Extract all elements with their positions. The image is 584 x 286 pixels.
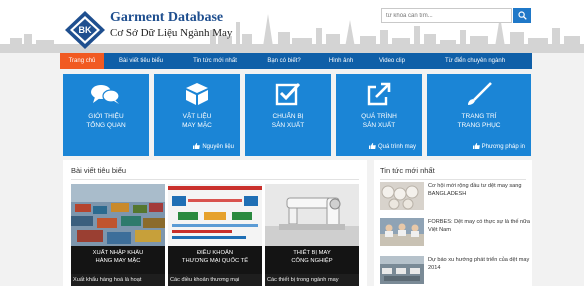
card-caption-line1: Thiết bị may (293, 250, 331, 256)
header: BK Garment Database Cơ Sở Dữ Liệu Ngành … (0, 0, 584, 53)
featured-articles-panel: Bài viết tiêu biểu Xuất nhập khẩu hàng ma… (63, 160, 367, 286)
site-subtitle: Cơ Sở Dữ Liệu Ngành May (110, 27, 233, 39)
nav-item-dictionary[interactable]: Từ điển chuyên ngành (418, 53, 532, 69)
tile-production-process[interactable]: Quá trình sản xuất Quá trình may (336, 74, 422, 156)
tile-production-prep[interactable]: Chuẩn bị sản xuất (245, 74, 331, 156)
tile-title-line2: sản xuất (362, 122, 396, 129)
search-input[interactable] (381, 8, 512, 23)
card-caption-line2: công nghiệp (291, 257, 333, 264)
tile-title-line2: may mặc (182, 122, 212, 129)
article-card[interactable]: Điều khoản thương mại quốc tế Các điều kh… (168, 184, 262, 286)
tile-title-line2: trang phục (457, 122, 501, 129)
featured-panel-title: Bài viết tiêu biểu (71, 166, 127, 175)
checkbox-icon (275, 82, 301, 106)
article-card[interactable]: Xuất nhập khẩu hàng may mặc Xuất khẩu hàn… (71, 184, 165, 286)
tile-introduction[interactable]: Giới thiệu tổng quan (63, 74, 149, 156)
card-excerpt: Các thiết bị trong ngành may (265, 274, 359, 286)
box-icon (186, 83, 208, 105)
search-button[interactable] (513, 8, 531, 23)
tile-title-line1: Trang trí (461, 113, 497, 120)
tile-link-decoration[interactable]: Phương pháp in (472, 143, 525, 150)
divider (380, 179, 526, 180)
news-item[interactable]: FORBES: Dệt may có thực sự là thế nữa Vi… (380, 218, 530, 248)
card-caption-line1: Xuất nhập khẩu (92, 250, 144, 256)
thumbs-up-icon (472, 143, 480, 149)
news-item[interactable]: Cơ hội mới rộng đầu tư dệt may sang BANG… (380, 182, 530, 212)
nav-item-home[interactable]: Trang chủ (60, 53, 104, 69)
bk-logo[interactable]: BK (64, 10, 106, 50)
chat-bubbles-icon (91, 85, 120, 104)
card-excerpt: Xuất khẩu hàng hoá là hoạt (71, 274, 165, 286)
site-title[interactable]: Garment Database (110, 10, 223, 26)
tile-title-line1: Chuẩn bị (272, 113, 304, 120)
nav-item-images[interactable]: Hình ảnh (316, 53, 366, 69)
latest-news-panel: Tin tức mới nhất Cơ hội mới rộng đầu tư … (374, 160, 532, 286)
tile-title-line1: Quá trình (361, 113, 397, 120)
nav-item-latest-news[interactable]: Tin tức mới nhất (178, 53, 252, 69)
card-caption-line2: thương mại quốc tế (181, 257, 249, 264)
card-caption-line2: hàng may mặc (95, 257, 141, 264)
tile-title-line2: tổng quan (86, 122, 126, 129)
article-card[interactable]: Thiết bị may công nghiệp Các thiết bị tro… (265, 184, 359, 286)
port-containers-image (71, 184, 165, 246)
news-item-text: Cơ hội mới rộng đầu tư dệt may sang BANG… (428, 183, 522, 197)
news-item[interactable]: Dự báo xu hướng phát triển của dệt may 2… (380, 256, 530, 286)
nav-item-featured[interactable]: Bài viết tiêu biểu (104, 53, 178, 69)
search-icon (518, 11, 527, 20)
divider (71, 179, 359, 180)
news-item-text: Dự báo xu hướng phát triển của dệt may 2… (428, 257, 530, 271)
tile-decoration[interactable]: Trang trí trang phục Phương pháp in (427, 74, 531, 156)
news-panel-title: Tin tức mới nhất (380, 166, 435, 175)
nav-item-video[interactable]: Video clip (366, 53, 418, 69)
fabric-rolls-image (380, 182, 424, 210)
thumbs-up-icon (368, 143, 376, 149)
category-tiles: Giới thiệu tổng quan Vật liệu may mặc Nguy… (63, 74, 531, 156)
incoterms-diagram-image (168, 184, 262, 246)
factory-floor-image (380, 256, 424, 284)
thumbs-up-icon (193, 143, 201, 149)
nav-item-did-you-know[interactable]: Bạn có biết? (252, 53, 316, 69)
news-item-text: FORBES: Dệt may có thực sự là thế nữa Vi… (428, 219, 531, 233)
card-caption-line1: Điều khoản (196, 250, 234, 256)
external-link-icon (367, 82, 391, 106)
tile-title-line1: Vật liệu (182, 113, 212, 120)
tile-title-line1: Giới thiệu (88, 113, 124, 120)
main-nav: Trang chủ Bài viết tiêu biểu Tin tức mới… (60, 53, 532, 69)
tile-link-label: Nguyên liệu (202, 144, 234, 150)
tile-title-line2: sản xuất (271, 122, 305, 129)
tile-link-label: Phương pháp in (481, 144, 525, 150)
logo-text: BK (79, 25, 92, 35)
tile-link-label: Quá trình may (377, 144, 416, 150)
tile-link-process[interactable]: Quá trình may (368, 143, 416, 150)
page: BK Garment Database Cơ Sở Dữ Liệu Ngành … (0, 0, 584, 286)
sewing-machine-image (265, 184, 359, 246)
workers-sewing-image (380, 218, 424, 246)
brush-icon (468, 82, 492, 105)
tile-materials[interactable]: Vật liệu may mặc Nguyên liệu (154, 74, 240, 156)
tile-link-materials[interactable]: Nguyên liệu (193, 143, 234, 150)
card-excerpt: Các điều khoản thương mại (168, 274, 262, 286)
